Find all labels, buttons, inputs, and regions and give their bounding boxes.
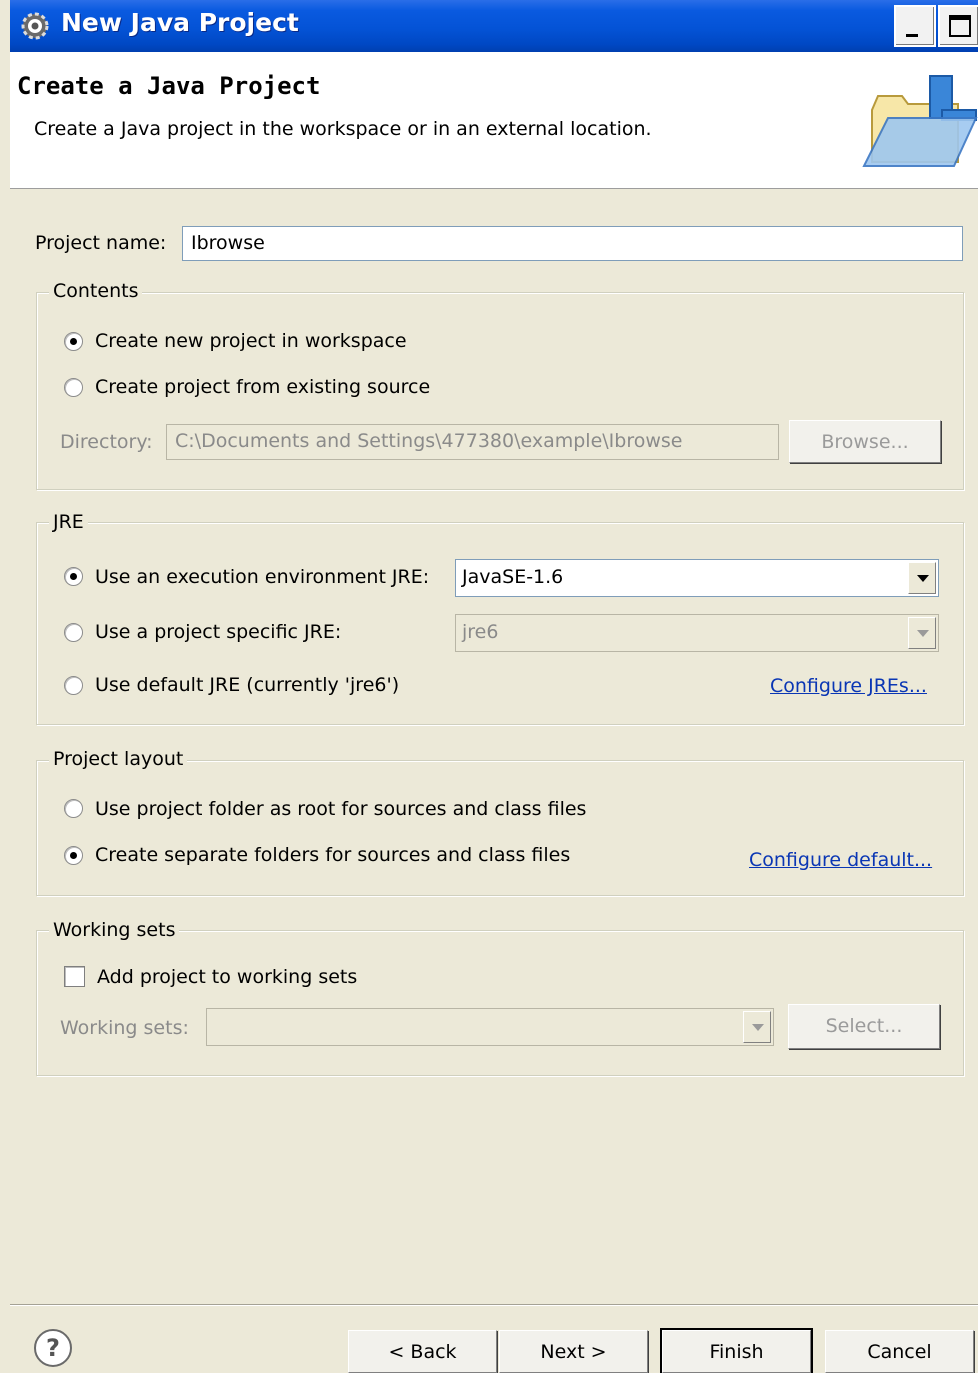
project-specific-jre-label[interactable]: Use a project specific JRE: <box>95 621 341 643</box>
project-name-label: Project name: <box>35 232 167 254</box>
footer-separator <box>10 1304 978 1306</box>
directory-field[interactable]: C:\Documents and Settings\477380\example… <box>166 424 779 460</box>
eclipse-gear-icon <box>21 12 49 40</box>
chevron-down-icon[interactable] <box>908 562 936 594</box>
minimize-button[interactable] <box>894 5 936 47</box>
browse-button[interactable]: Browse... <box>789 420 941 463</box>
separate-folders-radio[interactable] <box>64 846 83 865</box>
project-specific-jre-combo[interactable]: jre6 <box>455 614 939 652</box>
maximize-icon <box>949 15 971 37</box>
working-sets-group <box>36 930 964 1076</box>
minimize-icon <box>906 34 918 37</box>
title-bar[interactable]: New Java Project <box>10 0 978 52</box>
execution-env-jre-label[interactable]: Use an execution environment JRE: <box>95 566 429 588</box>
create-from-source-radio[interactable] <box>64 378 83 397</box>
back-button[interactable]: < Back <box>348 1330 497 1373</box>
separate-folders-label[interactable]: Create separate folders for sources and … <box>95 844 570 866</box>
project-layout-group <box>36 760 964 896</box>
add-to-working-sets-checkbox[interactable] <box>64 966 85 987</box>
jre-group-title: JRE <box>49 511 88 533</box>
select-working-sets-button[interactable]: Select... <box>788 1004 940 1049</box>
execution-env-value: JavaSE-1.6 <box>462 566 564 588</box>
page-description: Create a Java project in the workspace o… <box>34 118 652 140</box>
help-icon[interactable]: ? <box>34 1329 72 1367</box>
maximize-button[interactable] <box>938 5 978 47</box>
configure-jres-link[interactable]: Configure JREs... <box>770 675 927 697</box>
folder-as-root-label[interactable]: Use project folder as root for sources a… <box>95 798 586 820</box>
create-in-workspace-label[interactable]: Create new project in workspace <box>95 330 407 352</box>
chevron-down-icon[interactable] <box>908 617 936 649</box>
configure-default-link[interactable]: Configure default... <box>749 849 932 871</box>
working-sets-combo[interactable] <box>206 1008 774 1046</box>
add-to-working-sets-label[interactable]: Add project to working sets <box>97 966 357 988</box>
next-button[interactable]: Next > <box>499 1330 648 1373</box>
execution-env-combo[interactable]: JavaSE-1.6 <box>455 559 939 597</box>
finish-button[interactable]: Finish <box>662 1330 811 1373</box>
window-title: New Java Project <box>61 8 299 37</box>
project-specific-jre-radio[interactable] <box>64 623 83 642</box>
project-name-field[interactable]: Ibrowse <box>182 226 963 261</box>
execution-env-jre-radio[interactable] <box>64 567 83 586</box>
directory-label: Directory: <box>60 431 153 453</box>
new-java-project-folder-icon <box>862 75 978 167</box>
project-layout-group-title: Project layout <box>49 748 188 770</box>
page-title: Create a Java Project <box>17 72 321 100</box>
working-sets-label: Working sets: <box>60 1017 189 1039</box>
folder-as-root-radio[interactable] <box>64 799 83 818</box>
working-sets-group-title: Working sets <box>49 919 180 941</box>
create-in-workspace-radio[interactable] <box>64 332 83 351</box>
contents-group-title: Contents <box>49 280 143 302</box>
project-specific-jre-value: jre6 <box>462 621 499 643</box>
wizard-banner: Create a Java Project Create a Java proj… <box>10 52 978 189</box>
default-jre-radio[interactable] <box>64 676 83 695</box>
chevron-down-icon[interactable] <box>743 1011 771 1043</box>
default-jre-label[interactable]: Use default JRE (currently 'jre6') <box>95 674 399 696</box>
cancel-button[interactable]: Cancel <box>825 1330 974 1373</box>
create-from-source-label[interactable]: Create project from existing source <box>95 376 430 398</box>
